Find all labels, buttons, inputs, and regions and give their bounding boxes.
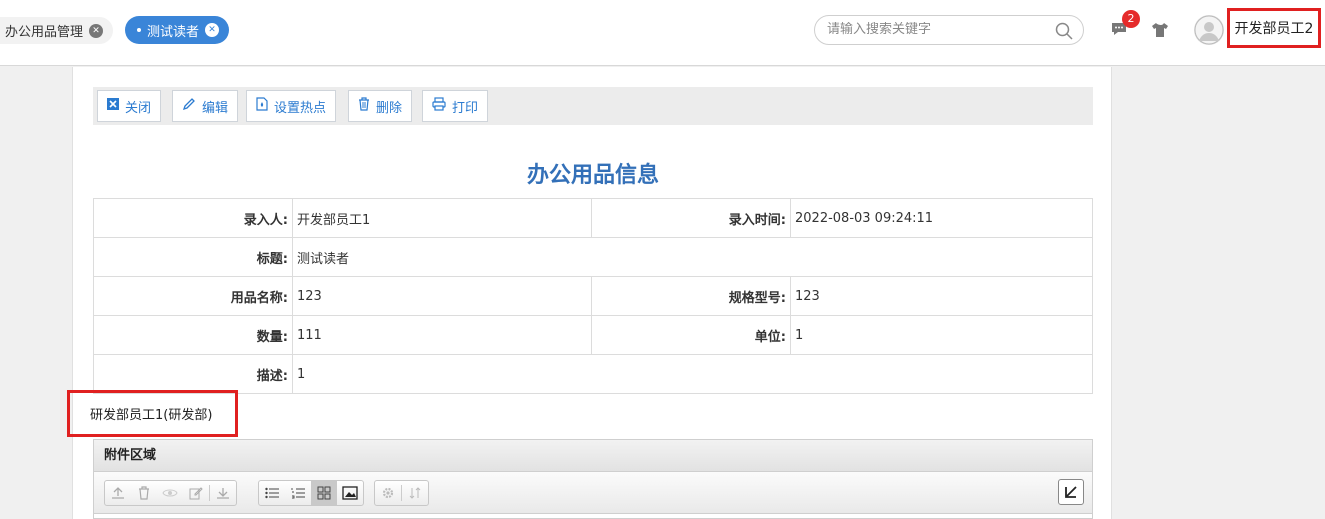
search-icon[interactable] <box>1055 22 1073 44</box>
edit-icon[interactable] <box>183 481 209 505</box>
close-button[interactable]: 关闭 <box>97 90 162 122</box>
upload-icon[interactable] <box>105 481 131 505</box>
tab-label: 办公用品管理 <box>5 25 84 40</box>
set-hotspot-button[interactable]: 设置热点 <box>246 90 337 122</box>
entered-by-value: 开发部员工1 <box>292 198 592 238</box>
title-value: 测试读者 <box>292 237 1093 277</box>
detail-panel: 关闭 编辑 设置热点 删除 打印 办公用品信息 录入人: 开发部员工1 录入时间… <box>67 67 1112 519</box>
tab-office-supplies[interactable]: 办公用品管理 ✕ <box>0 17 114 44</box>
action-toolbar: 关闭 编辑 设置热点 删除 打印 <box>93 87 1093 125</box>
unit-label: 单位: <box>591 315 791 355</box>
delete-label: 删除 <box>376 100 403 116</box>
pencil-icon <box>182 97 196 115</box>
delete-button[interactable]: 删除 <box>348 90 413 122</box>
image-view-icon[interactable] <box>337 481 363 505</box>
page-title: 办公用品信息 <box>526 163 659 188</box>
attachment-title: 附件区域 <box>94 440 1092 472</box>
close-label: 关闭 <box>125 100 152 116</box>
settings-group <box>374 480 429 506</box>
list-view-icon[interactable] <box>259 481 285 505</box>
search-input[interactable] <box>827 22 1047 37</box>
view-mode-group <box>258 480 364 506</box>
entry-time-value: 2022-08-03 09:24:11 <box>790 198 1093 238</box>
printer-icon <box>432 97 446 115</box>
department-note: 研发部员工1(研发部) <box>67 390 238 437</box>
search-box <box>814 15 1084 45</box>
quantity-value: 111 <box>292 315 592 355</box>
avatar[interactable] <box>1194 15 1224 45</box>
table-row: 用品名称: 123 规格型号: 123 <box>93 276 1093 316</box>
print-label: 打印 <box>452 100 479 116</box>
trash-icon[interactable] <box>131 481 157 505</box>
close-tab-icon[interactable]: ✕ <box>205 23 220 37</box>
theme-shirt-icon[interactable] <box>1151 22 1169 42</box>
sort-icon[interactable] <box>402 481 428 505</box>
eye-icon[interactable] <box>157 481 183 505</box>
table-row: 录入人: 开发部员工1 录入时间: 2022-08-03 09:24:11 <box>93 198 1093 238</box>
active-dot-icon <box>137 28 141 32</box>
trash-icon <box>358 97 370 115</box>
numbered-list-icon[interactable] <box>285 481 311 505</box>
entered-by-label: 录入人: <box>93 198 293 238</box>
spec-label: 规格型号: <box>591 276 791 316</box>
tab-test-reader[interactable]: 测试读者 ✕ <box>125 16 230 44</box>
edit-button[interactable]: 编辑 <box>172 90 239 122</box>
entry-time-label: 录入时间: <box>591 198 791 238</box>
quantity-label: 数量: <box>93 315 293 355</box>
print-button[interactable]: 打印 <box>422 90 489 122</box>
top-bar: 办公用品管理 ✕ 测试读者 ✕ 2 开发部员工2 <box>0 0 1325 66</box>
grid-view-icon[interactable] <box>311 481 337 505</box>
table-row: 标题: 测试读者 <box>93 237 1093 277</box>
close-tab-icon[interactable]: ✕ <box>89 23 104 38</box>
attachment-area: 附件区域 <box>93 439 1093 519</box>
item-name-value: 123 <box>292 276 592 316</box>
description-value: 1 <box>292 354 1093 394</box>
attachment-toolbar <box>94 472 1092 514</box>
file-actions-group <box>104 480 237 506</box>
table-row: 数量: 111 单位: 1 <box>93 315 1093 355</box>
table-row: 描述: 1 <box>93 354 1093 394</box>
info-table: 录入人: 开发部员工1 录入时间: 2022-08-03 09:24:11 标题… <box>93 198 1093 394</box>
hotspot-label: 设置热点 <box>274 100 327 116</box>
download-icon[interactable] <box>210 481 236 505</box>
spec-value: 123 <box>790 276 1093 316</box>
unit-value: 1 <box>790 315 1093 355</box>
title-label: 标题: <box>93 237 293 277</box>
close-icon <box>107 98 119 114</box>
edit-label: 编辑 <box>202 100 229 116</box>
hotspot-file-icon <box>256 97 268 115</box>
gear-icon[interactable] <box>375 481 401 505</box>
description-label: 描述: <box>93 354 293 394</box>
tab-label: 测试读者 <box>147 24 200 40</box>
expand-corner-icon[interactable] <box>1058 479 1084 505</box>
current-user-name[interactable]: 开发部员工2 <box>1227 8 1321 48</box>
message-count-badge: 2 <box>1122 10 1140 28</box>
item-name-label: 用品名称: <box>93 276 293 316</box>
